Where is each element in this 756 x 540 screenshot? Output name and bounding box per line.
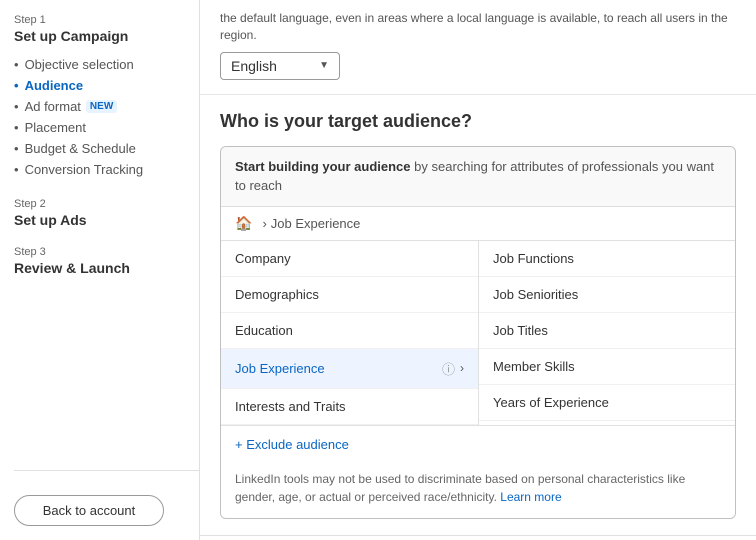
sidebar-item-conversion[interactable]: Conversion Tracking	[14, 159, 199, 180]
category-demographics[interactable]: Demographics	[221, 277, 478, 313]
sidebar-item-audience[interactable]: Audience	[14, 75, 199, 96]
category-job-functions-label: Job Functions	[493, 251, 574, 266]
category-company[interactable]: Company	[221, 241, 478, 277]
step3-label: Step 3	[14, 246, 199, 258]
new-badge: NEW	[86, 100, 117, 113]
category-company-label: Company	[235, 251, 291, 266]
breadcrumb-label: Job Experience	[271, 216, 361, 231]
step1-label: Step 1	[14, 14, 199, 26]
category-job-experience-label: Job Experience	[235, 361, 325, 376]
exclude-audience-link[interactable]: + Exclude audience	[235, 437, 349, 452]
category-job-experience[interactable]: Job Experience ⓘ ›	[221, 349, 478, 389]
sidebar-item-label-objective: Objective selection	[25, 57, 134, 72]
category-job-functions[interactable]: Job Functions	[479, 241, 735, 277]
category-member-skills[interactable]: Member Skills	[479, 349, 735, 385]
category-job-titles-label: Job Titles	[493, 323, 548, 338]
category-grid: Company Demographics Education Job Exper…	[221, 241, 735, 425]
step3-title: Review & Launch	[14, 260, 199, 276]
sidebar-item-budget[interactable]: Budget & Schedule	[14, 138, 199, 159]
audience-builder-card: Start building your audience by searchin…	[220, 146, 736, 519]
category-interests[interactable]: Interests and Traits	[221, 389, 478, 425]
category-demographics-label: Demographics	[235, 287, 319, 302]
audience-section: Who is your target audience? Start build…	[200, 95, 756, 535]
sidebar-item-label-placement: Placement	[25, 120, 86, 135]
disclaimer-text: LinkedIn tools may not be used to discri…	[221, 462, 735, 518]
sidebar: Step 1 Set up Campaign Objective selecti…	[0, 0, 200, 540]
breadcrumb: 🏠 › Job Experience	[221, 207, 735, 241]
disclaimer-content: LinkedIn tools may not be used to discri…	[235, 472, 685, 504]
sidebar-item-label-budget: Budget & Schedule	[25, 141, 136, 156]
audience-header-bold: Start building your audience	[235, 159, 411, 174]
sidebar-item-label-ad-format: Ad format	[25, 99, 81, 114]
main-content: the default language, even in areas wher…	[200, 0, 756, 540]
breadcrumb-separator: ›	[262, 216, 266, 231]
step2-label: Step 2	[14, 198, 199, 210]
category-job-seniorities[interactable]: Job Seniorities	[479, 277, 735, 313]
category-col-left: Company Demographics Education Job Exper…	[221, 241, 478, 425]
info-icon: ⓘ	[442, 359, 455, 378]
category-education[interactable]: Education	[221, 313, 478, 349]
back-to-account-button[interactable]: Back to account	[14, 495, 164, 526]
category-job-seniorities-label: Job Seniorities	[493, 287, 578, 302]
exclude-audience-bar: + Exclude audience	[221, 425, 735, 462]
step2-title: Set up Ads	[14, 212, 199, 228]
home-icon[interactable]: 🏠	[235, 215, 252, 232]
language-value: English	[231, 58, 277, 74]
category-member-skills-label: Member Skills	[493, 359, 575, 374]
category-years-experience[interactable]: Years of Experience	[479, 385, 735, 421]
section-title: Who is your target audience?	[220, 111, 736, 132]
category-interests-label: Interests and Traits	[235, 399, 346, 414]
chevron-right-icon: ›	[460, 361, 464, 375]
learn-more-link[interactable]: Learn more	[500, 490, 561, 504]
sidebar-item-label-audience: Audience	[25, 78, 84, 93]
audience-card-header: Start building your audience by searchin…	[221, 147, 735, 207]
sidebar-item-placement[interactable]: Placement	[14, 117, 199, 138]
bottom-bar: ✓ Enable Audience Expansion ⓘ View audie…	[200, 535, 756, 540]
sidebar-item-objective[interactable]: Objective selection	[14, 54, 199, 75]
lang-note: the default language, even in areas wher…	[220, 10, 736, 44]
language-bar: the default language, even in areas wher…	[200, 0, 756, 95]
sidebar-item-ad-format[interactable]: Ad format NEW	[14, 96, 199, 117]
language-select[interactable]: English ▼	[220, 52, 340, 80]
category-education-label: Education	[235, 323, 293, 338]
chevron-down-icon: ▼	[319, 60, 329, 71]
step1-title: Set up Campaign	[14, 28, 199, 44]
category-col-right: Job Functions Job Seniorities Job Titles…	[478, 241, 735, 421]
category-job-titles[interactable]: Job Titles	[479, 313, 735, 349]
sidebar-item-label-conversion: Conversion Tracking	[25, 162, 144, 177]
category-years-experience-label: Years of Experience	[493, 395, 609, 410]
